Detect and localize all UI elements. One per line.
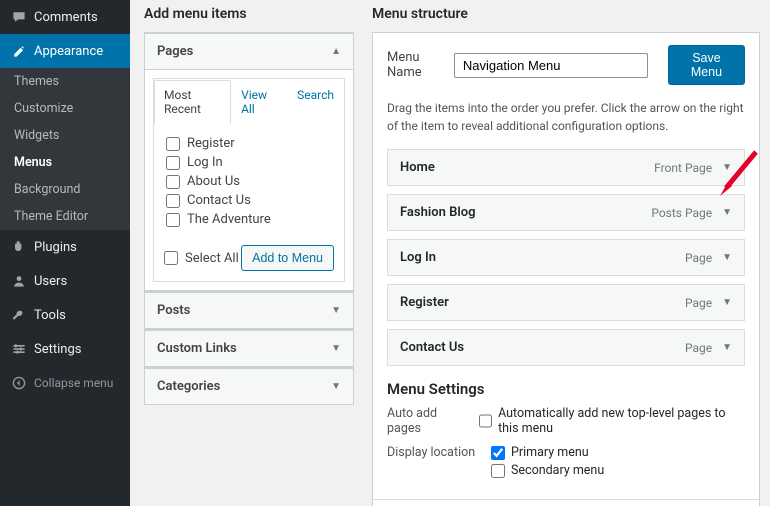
sidebar-item-settings[interactable]: Settings [0, 332, 130, 366]
sidebar-sub-theme-editor[interactable]: Theme Editor [0, 203, 130, 230]
tab-view-all[interactable]: View All [231, 80, 287, 124]
page-check-adventure[interactable]: The Adventure [166, 210, 332, 229]
page-check-login[interactable]: Log In [166, 153, 332, 172]
pages-checklist: Register Log In About Us Contact Us The … [154, 124, 344, 237]
checkbox[interactable] [491, 464, 505, 478]
menu-item-contact[interactable]: Contact UsPage▼ [387, 329, 745, 366]
sidebar-sub-menus[interactable]: Menus [0, 149, 130, 176]
menu-footer: Delete Menu Save Menu [372, 499, 760, 506]
checkbox[interactable] [166, 175, 180, 189]
pages-tabs: Most Recent View All Search [154, 79, 344, 124]
accordion-posts: Posts▼ [144, 291, 354, 329]
accordion-categories-header[interactable]: Categories▼ [145, 368, 353, 404]
sidebar-submenu: Themes Customize Widgets Menus Backgroun… [0, 68, 130, 230]
menu-item-login[interactable]: Log InPage▼ [387, 239, 745, 276]
chevron-down-icon: ▼ [331, 343, 341, 354]
auto-add-option[interactable]: Automatically add new top-level pages to… [479, 406, 745, 436]
sidebar-sub-background[interactable]: Background [0, 176, 130, 203]
checkbox[interactable] [166, 156, 180, 170]
sidebar-item-comments[interactable]: Comments [0, 0, 130, 34]
menu-item-home[interactable]: HomeFront Page▼ [387, 149, 745, 186]
sidebar-item-label: Users [34, 274, 67, 289]
checkbox[interactable] [166, 137, 180, 151]
sidebar-collapse[interactable]: Collapse menu [0, 366, 130, 400]
menu-panel: Menu Name Save Menu Drag the items into … [372, 32, 760, 499]
menu-item-register[interactable]: RegisterPage▼ [387, 284, 745, 321]
add-items-heading: Add menu items [144, 6, 354, 22]
menu-settings-heading: Menu Settings [387, 380, 745, 398]
checkbox[interactable] [164, 251, 178, 265]
sidebar-item-label: Comments [34, 10, 98, 25]
user-icon [10, 272, 28, 290]
sidebar-sub-customize[interactable]: Customize [0, 95, 130, 122]
tab-most-recent[interactable]: Most Recent [154, 80, 231, 124]
drag-description: Drag the items into the order you prefer… [387, 99, 745, 135]
location-primary[interactable]: Primary menu [491, 445, 604, 460]
chevron-down-icon[interactable]: ▼ [722, 207, 732, 218]
menu-structure-heading: Menu structure [372, 6, 760, 22]
save-menu-button-top[interactable]: Save Menu [668, 45, 745, 85]
sidebar-item-label: Tools [34, 308, 66, 323]
accordion-categories: Categories▼ [144, 367, 354, 405]
location-secondary[interactable]: Secondary menu [491, 463, 604, 478]
accordion-posts-header[interactable]: Posts▼ [145, 292, 353, 328]
add-to-menu-button[interactable]: Add to Menu [241, 245, 334, 271]
accordion-custom-links: Custom Links▼ [144, 329, 354, 367]
sidebar-item-label: Appearance [34, 44, 103, 59]
display-location-label: Display location [387, 445, 479, 460]
sidebar-item-label: Plugins [34, 240, 77, 255]
chevron-down-icon[interactable]: ▼ [722, 297, 732, 308]
select-all[interactable]: Select All [164, 249, 239, 268]
sidebar-item-plugins[interactable]: Plugins [0, 230, 130, 264]
chevron-down-icon: ▼ [331, 305, 341, 316]
plug-icon [10, 238, 28, 256]
sidebar-sub-widgets[interactable]: Widgets [0, 122, 130, 149]
chevron-down-icon[interactable]: ▼ [722, 162, 732, 173]
comments-icon [10, 8, 28, 26]
checkbox[interactable] [479, 414, 492, 428]
checkbox[interactable] [166, 213, 180, 227]
sidebar-item-tools[interactable]: Tools [0, 298, 130, 332]
chevron-up-icon: ▲ [331, 46, 341, 57]
accordion-pages-header[interactable]: Pages ▲ [145, 33, 353, 69]
page-check-contact[interactable]: Contact Us [166, 191, 332, 210]
sidebar-item-label: Settings [34, 342, 81, 357]
sidebar-item-users[interactable]: Users [0, 264, 130, 298]
menu-item-fashion-blog[interactable]: Fashion BlogPosts Page▼ [387, 194, 745, 231]
brush-icon [10, 42, 28, 60]
sliders-icon [10, 340, 28, 358]
accordion-title: Pages [157, 44, 193, 59]
chevron-down-icon[interactable]: ▼ [722, 342, 732, 353]
collapse-icon [10, 374, 28, 392]
sidebar-item-appearance[interactable]: Appearance [0, 34, 130, 68]
admin-sidebar: Comments Appearance Themes Customize Wid… [0, 0, 130, 506]
page-check-register[interactable]: Register [166, 134, 332, 153]
checkbox[interactable] [166, 194, 180, 208]
chevron-down-icon: ▼ [331, 381, 341, 392]
sidebar-item-label: Collapse menu [34, 376, 113, 390]
wrench-icon [10, 306, 28, 324]
tab-search[interactable]: Search [287, 80, 344, 124]
checkbox[interactable] [491, 446, 505, 460]
menu-name-input[interactable] [454, 53, 648, 78]
chevron-down-icon[interactable]: ▼ [722, 252, 732, 263]
auto-add-label: Auto add pages [387, 406, 467, 436]
page-check-about[interactable]: About Us [166, 172, 332, 191]
accordion-pages: Pages ▲ Most Recent View All Search Regi… [144, 32, 354, 291]
accordion-custom-links-header[interactable]: Custom Links▼ [145, 330, 353, 366]
sidebar-sub-themes[interactable]: Themes [0, 68, 130, 95]
menu-name-label: Menu Name [387, 50, 444, 80]
